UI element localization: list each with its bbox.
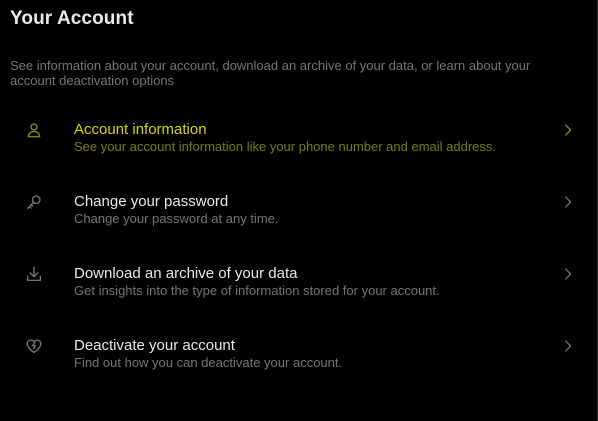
menu-item-text: Download an archive of your data Get ins… (74, 265, 544, 299)
menu-item-description: Get insights into the type of informatio… (74, 283, 440, 298)
key-icon (25, 166, 43, 238)
chevron-right-icon (561, 238, 575, 310)
broken-heart-icon (25, 310, 43, 382)
menu-item-label: Change your password (74, 193, 229, 210)
page-title: Your Account (10, 8, 134, 29)
menu-item-description: See your account information like your p… (74, 139, 497, 154)
account-menu: Account information See your account inf… (0, 94, 597, 382)
menu-item-text: Change your password Change your passwor… (74, 193, 544, 227)
menu-item-label: Deactivate your account (74, 337, 235, 354)
chevron-right-icon (561, 310, 575, 382)
menu-item-text: Deactivate your account Find out how you… (74, 337, 544, 371)
menu-item-description: Change your password at any time. (74, 211, 279, 226)
chevron-right-icon (561, 94, 575, 166)
menu-item-text: Account information See your account inf… (74, 121, 544, 155)
page-description: See information about your account, down… (10, 58, 531, 88)
menu-item-change-password[interactable]: Change your password Change your passwor… (0, 166, 597, 238)
chevron-right-icon (561, 166, 575, 238)
person-icon (25, 94, 43, 166)
menu-item-account-information[interactable]: Account information See your account inf… (0, 94, 597, 166)
menu-item-label: Download an archive of your data (74, 265, 298, 282)
menu-item-download-archive[interactable]: Download an archive of your data Get ins… (0, 238, 597, 310)
menu-item-description: Find out how you can deactivate your acc… (74, 355, 343, 370)
menu-item-label: Account information (74, 121, 207, 138)
menu-item-deactivate-account[interactable]: Deactivate your account Find out how you… (0, 310, 597, 382)
download-icon (25, 238, 43, 310)
